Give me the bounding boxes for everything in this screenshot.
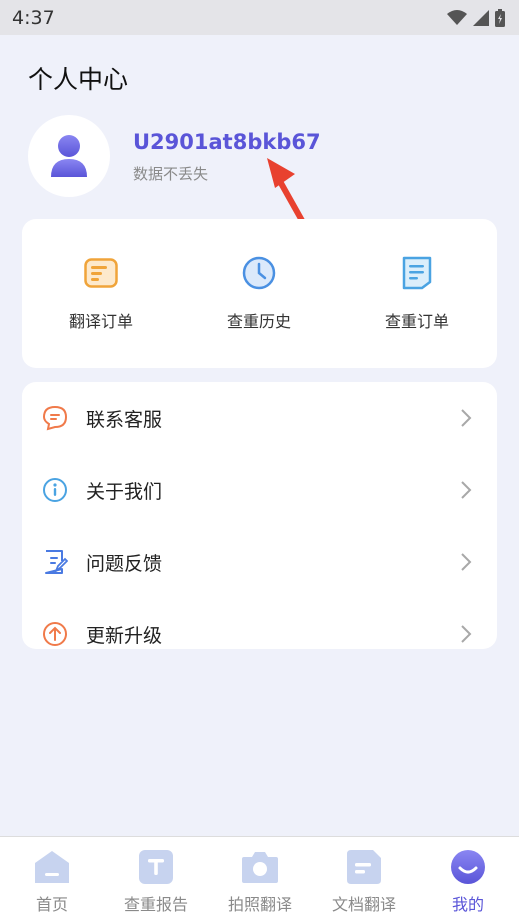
user-icon — [51, 135, 87, 177]
camera-icon — [240, 847, 280, 887]
translate-order-icon — [81, 253, 121, 293]
tab-doc-translate[interactable]: 文档翻译 — [312, 837, 416, 923]
tab-mine-label: 我的 — [451, 895, 484, 914]
info-icon — [42, 477, 68, 503]
quick-translate-order[interactable]: 翻译订单 — [22, 219, 180, 368]
tab-home-label: 首页 — [35, 895, 68, 914]
avatar[interactable] — [28, 115, 110, 197]
status-bar: 4:37 — [0, 0, 519, 35]
chevron-right-icon — [461, 553, 472, 571]
chevron-right-icon — [461, 409, 472, 427]
chevron-right-icon — [461, 625, 472, 643]
tab-home[interactable]: 首页 — [0, 837, 104, 923]
wifi-icon — [447, 9, 467, 25]
clock-icon — [239, 253, 279, 293]
doc-translate-icon — [344, 847, 384, 887]
menu-card: 联系客服 关于我们 问题反馈 更新升级 — [22, 382, 497, 649]
status-icons — [447, 8, 505, 27]
menu-feedback-label: 问题反馈 — [86, 552, 163, 575]
menu-contact-service-label: 联系客服 — [86, 408, 163, 431]
upgrade-arrow-icon — [42, 621, 68, 647]
menu-update[interactable]: 更新升级 — [22, 598, 497, 649]
user-subtitle: 数据不丢失 — [133, 165, 209, 183]
quick-check-history[interactable]: 查重历史 — [180, 219, 338, 368]
document-icon — [397, 253, 437, 293]
smile-face-icon — [448, 847, 488, 887]
tab-check-report[interactable]: 查重报告 — [104, 837, 208, 923]
page-title: 个人中心 — [28, 65, 129, 94]
chat-bubble-icon — [42, 405, 68, 431]
signal-icon — [473, 9, 489, 26]
quick-actions-card: 翻译订单 查重历史 查重订单 — [22, 219, 497, 368]
menu-about-us-label: 关于我们 — [86, 480, 163, 503]
status-time: 4:37 — [12, 6, 55, 29]
quick-check-order-label: 查重订单 — [384, 312, 449, 331]
tab-photo-translate-label: 拍照翻译 — [227, 895, 292, 914]
menu-update-label: 更新升级 — [86, 624, 163, 647]
bottom-tab-bar: 首页 查重报告 拍照翻译 文档翻译 我的 — [0, 836, 519, 923]
tab-photo-translate[interactable]: 拍照翻译 — [208, 837, 312, 923]
chevron-right-icon — [461, 481, 472, 499]
home-icon — [32, 847, 72, 887]
tab-doc-translate-label: 文档翻译 — [331, 895, 396, 914]
quick-check-order[interactable]: 查重订单 — [338, 219, 496, 368]
report-t-icon — [136, 847, 176, 887]
quick-translate-order-label: 翻译订单 — [68, 312, 133, 331]
menu-about-us[interactable]: 关于我们 — [22, 454, 497, 526]
tab-check-report-label: 查重报告 — [123, 895, 188, 914]
menu-contact-service[interactable]: 联系客服 — [22, 382, 497, 454]
menu-feedback[interactable]: 问题反馈 — [22, 526, 497, 598]
battery-icon — [495, 8, 505, 27]
edit-document-icon — [42, 549, 68, 575]
tab-mine[interactable]: 我的 — [416, 837, 519, 923]
quick-check-history-label: 查重历史 — [226, 312, 291, 331]
